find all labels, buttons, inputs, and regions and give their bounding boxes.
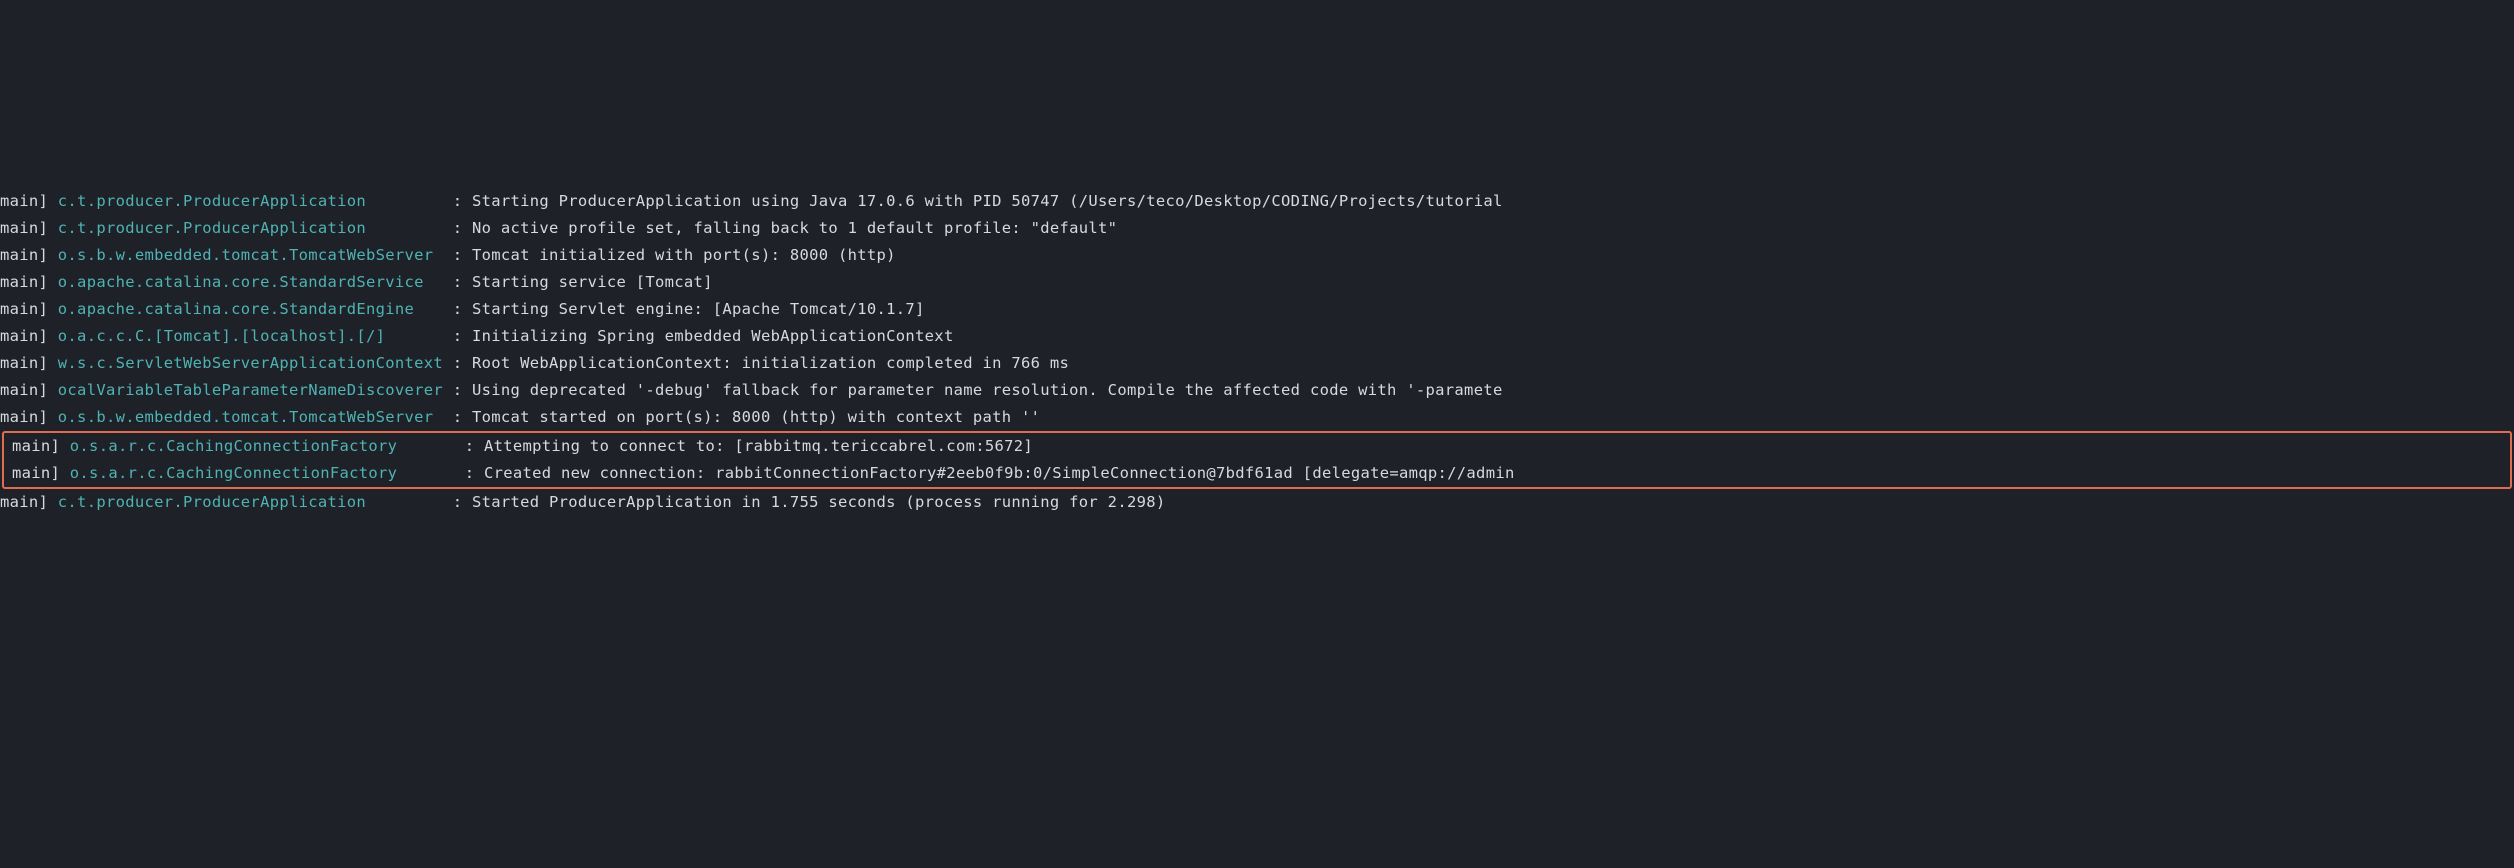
- log-separator: :: [455, 460, 484, 487]
- log-line: main] o.s.a.r.c.CachingConnectionFactory…: [4, 460, 2510, 487]
- log-thread: main]: [0, 242, 58, 269]
- log-separator: :: [455, 433, 484, 460]
- log-message: Tomcat initialized with port(s): 8000 (h…: [472, 242, 896, 269]
- log-line: main] o.apache.catalina.core.StandardSer…: [0, 269, 2514, 296]
- log-separator: :: [443, 404, 472, 431]
- log-thread: main]: [12, 460, 70, 487]
- log-line: main] o.s.b.w.embedded.tomcat.TomcatWebS…: [0, 242, 2514, 269]
- log-thread: main]: [12, 433, 70, 460]
- log-message: Starting service [Tomcat]: [472, 269, 713, 296]
- log-message: Starting ProducerApplication using Java …: [472, 188, 1503, 215]
- log-logger: c.t.producer.ProducerApplication: [58, 188, 443, 215]
- log-thread: main]: [0, 350, 58, 377]
- log-line: main] o.apache.catalina.core.StandardEng…: [0, 296, 2514, 323]
- log-logger: c.t.producer.ProducerApplication: [58, 215, 443, 242]
- log-separator: :: [443, 350, 472, 377]
- log-logger: w.s.c.ServletWebServerApplicationContext: [58, 350, 443, 377]
- highlighted-region: main] o.s.a.r.c.CachingConnectionFactory…: [2, 431, 2512, 489]
- log-line: main] c.t.producer.ProducerApplication :…: [0, 188, 2514, 215]
- log-message: Started ProducerApplication in 1.755 sec…: [472, 489, 1166, 516]
- log-logger: o.apache.catalina.core.StandardEngine: [58, 296, 443, 323]
- log-line: main] o.s.b.w.embedded.tomcat.TomcatWebS…: [0, 404, 2514, 431]
- log-message: Using deprecated '-debug' fallback for p…: [472, 377, 1503, 404]
- log-separator: :: [443, 489, 472, 516]
- log-separator: :: [443, 242, 472, 269]
- log-thread: main]: [0, 404, 58, 431]
- log-separator: :: [443, 377, 472, 404]
- log-separator: :: [443, 323, 472, 350]
- log-message: Root WebApplicationContext: initializati…: [472, 350, 1069, 377]
- log-line: main] o.s.a.r.c.CachingConnectionFactory…: [4, 433, 2510, 460]
- log-line: main] c.t.producer.ProducerApplication :…: [0, 489, 2514, 516]
- console-output[interactable]: main] c.t.producer.ProducerApplication :…: [0, 0, 2514, 516]
- log-line: main] w.s.c.ServletWebServerApplicationC…: [0, 350, 2514, 377]
- log-thread: main]: [0, 323, 58, 350]
- log-thread: main]: [0, 296, 58, 323]
- log-separator: :: [443, 215, 472, 242]
- log-separator: :: [443, 188, 472, 215]
- log-message: Tomcat started on port(s): 8000 (http) w…: [472, 404, 1040, 431]
- log-logger: o.a.c.c.C.[Tomcat].[localhost].[/]: [58, 323, 443, 350]
- log-logger: o.s.a.r.c.CachingConnectionFactory: [70, 460, 455, 487]
- log-logger: ocalVariableTableParameterNameDiscoverer: [58, 377, 443, 404]
- log-message: Initializing Spring embedded WebApplicat…: [472, 323, 954, 350]
- log-thread: main]: [0, 377, 58, 404]
- log-line: main] c.t.producer.ProducerApplication :…: [0, 215, 2514, 242]
- log-thread: main]: [0, 489, 58, 516]
- log-logger: c.t.producer.ProducerApplication: [58, 489, 443, 516]
- log-line: main] ocalVariableTableParameterNameDisc…: [0, 377, 2514, 404]
- log-separator: :: [443, 269, 472, 296]
- log-message: Starting Servlet engine: [Apache Tomcat/…: [472, 296, 925, 323]
- log-message: Attempting to connect to: [rabbitmq.teri…: [484, 433, 1033, 460]
- log-thread: main]: [0, 215, 58, 242]
- log-separator: :: [443, 296, 472, 323]
- log-thread: main]: [0, 188, 58, 215]
- log-thread: main]: [0, 269, 58, 296]
- log-logger: o.apache.catalina.core.StandardService: [58, 269, 443, 296]
- log-message: Created new connection: rabbitConnection…: [484, 460, 1515, 487]
- log-logger: o.s.a.r.c.CachingConnectionFactory: [70, 433, 455, 460]
- log-line: main] o.a.c.c.C.[Tomcat].[localhost].[/]…: [0, 323, 2514, 350]
- log-logger: o.s.b.w.embedded.tomcat.TomcatWebServer: [58, 242, 443, 269]
- log-logger: o.s.b.w.embedded.tomcat.TomcatWebServer: [58, 404, 443, 431]
- log-message: No active profile set, falling back to 1…: [472, 215, 1117, 242]
